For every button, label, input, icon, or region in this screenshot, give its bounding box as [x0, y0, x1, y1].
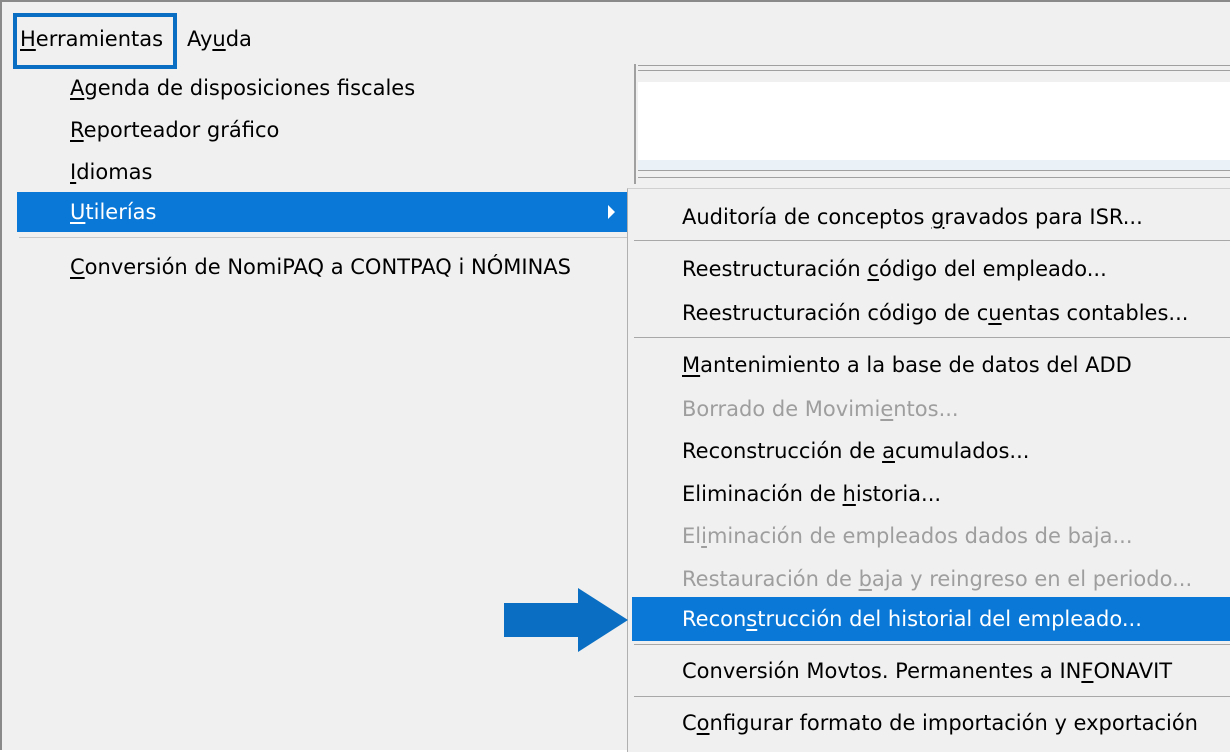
menu-separator — [634, 644, 1230, 645]
menu-item-conversion-nomipaq[interactable]: Conversión de NomiPAQ a CONTPAQ i NÓMINA… — [17, 247, 629, 287]
submenu-item-eliminacion-empleados-baja: Eliminación de empleados dados de baja..… — [682, 524, 1133, 548]
utilerias-submenu: Auditoría de conceptos gravados para ISR… — [627, 188, 1230, 752]
panel-border — [638, 70, 1230, 71]
submenu-item-reestructuracion-cuentas-contables[interactable]: Reestructuración código de cuentas conta… — [632, 291, 1230, 335]
application-window: Herramientas Ayuda Agenda de disposicion… — [0, 0, 1230, 752]
menu-item-utilerias[interactable]: Utilerías — [17, 192, 629, 232]
submenu-item-restauracion-baja-reingreso: Restauración de baja y reingreso en el p… — [682, 567, 1193, 591]
content-panel — [638, 82, 1230, 160]
menu-separator — [634, 240, 1230, 241]
submenu-item-eliminacion-historia[interactable]: Eliminación de historia... — [632, 472, 1230, 516]
menu-bar: Herramientas Ayuda — [4, 4, 1230, 62]
menu-item-idiomas[interactable]: Idiomas — [17, 152, 629, 192]
menu-herramientas[interactable]: Herramientas — [18, 26, 165, 52]
submenu-item-reestructuracion-codigo-empleado[interactable]: Reestructuración código del empleado... — [632, 247, 1230, 291]
panel-border — [638, 65, 1230, 66]
submenu-item-auditoria-conceptos[interactable]: Auditoría de conceptos gravados para ISR… — [632, 195, 1230, 239]
panel-divider — [634, 64, 636, 184]
submenu-item-mantenimiento-add[interactable]: Mantenimiento a la base de datos del ADD — [632, 343, 1230, 387]
submenu-item-reconstruccion-historial[interactable]: Reconstrucción del historial del emplead… — [632, 597, 1230, 641]
submenu-item-borrado-movimientos: Borrado de Movimientos... — [682, 397, 959, 421]
menu-ayuda[interactable]: Ayuda — [185, 26, 254, 52]
menu-separator — [634, 696, 1230, 697]
submenu-item-reconstruccion-acumulados[interactable]: Reconstrucción de acumulados... — [632, 429, 1230, 473]
menu-separator — [634, 337, 1230, 338]
callout-arrow-icon — [504, 588, 628, 652]
content-panel-strip — [638, 160, 1230, 170]
panel-border — [638, 177, 1230, 178]
panel-border — [638, 170, 1230, 171]
submenu-item-conversion-movtos-infonavit[interactable]: Conversión Movtos. Permanentes a INFONAV… — [632, 649, 1230, 693]
herramientas-dropdown: Agenda de disposiciones fiscales Reporte… — [17, 65, 629, 287]
submenu-item-configurar-formato[interactable]: Configurar formato de importación y expo… — [632, 701, 1230, 745]
submenu-arrow-icon — [608, 205, 615, 219]
menu-item-reporteador-grafico[interactable]: Reporteador gráfico — [17, 110, 629, 150]
menu-item-agenda-disposiciones[interactable]: Agenda de disposiciones fiscales — [17, 68, 629, 108]
menu-separator — [19, 237, 627, 238]
